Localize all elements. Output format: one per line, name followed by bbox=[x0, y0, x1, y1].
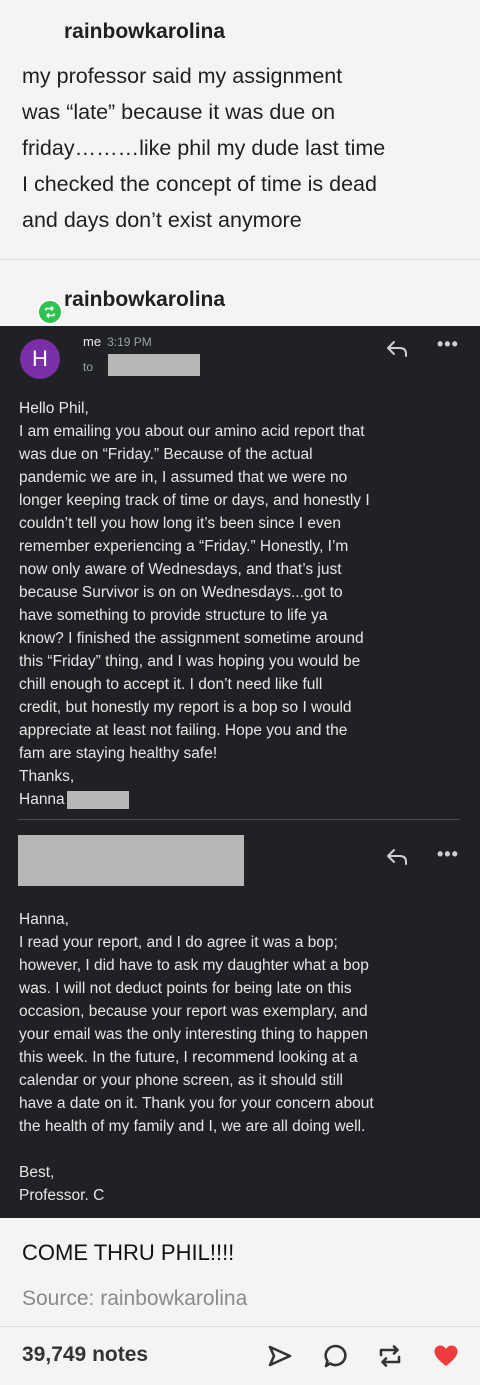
share-icon[interactable] bbox=[266, 1342, 294, 1370]
post-text-line: was “late” because it was due on bbox=[22, 100, 336, 124]
email2-body: Hanna, I read your report, and I do agre… bbox=[19, 908, 459, 1207]
email-line: occasion, because your report was exempl… bbox=[19, 1003, 368, 1020]
post-username[interactable]: rainbowkarolina bbox=[64, 20, 225, 44]
post-text: my professor said my assignment was “lat… bbox=[22, 58, 462, 238]
email-line: Hello Phil, bbox=[19, 400, 89, 417]
sender-name: me bbox=[83, 334, 102, 349]
email-line: was. I will not deduct points for being … bbox=[19, 980, 352, 997]
email-line: I am emailing you about our amino acid r… bbox=[19, 423, 365, 440]
email-signature: Hanna bbox=[19, 788, 459, 811]
email1-body: Hello Phil, I am emailing you about our … bbox=[19, 397, 459, 811]
reblog-badge-icon bbox=[37, 299, 63, 325]
email-screenshot: H me 3:19 PM to ••• Hello Phil, I am emai… bbox=[0, 326, 480, 1218]
email-line: pandemic we are in, I assumed that we we… bbox=[19, 469, 348, 486]
email-time: 3:19 PM bbox=[107, 335, 152, 349]
comment-icon[interactable] bbox=[322, 1342, 350, 1370]
email-separator bbox=[18, 819, 460, 820]
notes-count[interactable]: 39,749 notes bbox=[22, 1343, 148, 1367]
email-line: your email was the only interesting thin… bbox=[19, 1026, 368, 1043]
email-line: chill enough to accept it. I don’t need … bbox=[19, 676, 323, 693]
email-line: appreciate at least not failing. Hope yo… bbox=[19, 722, 348, 739]
email-line: Hanna, bbox=[19, 911, 69, 928]
email-sender: me 3:19 PM bbox=[83, 334, 152, 349]
email-line: remember experiencing a “Friday.” Honest… bbox=[19, 538, 349, 555]
reply-icon bbox=[387, 341, 407, 357]
email-line: have something to provide structure to l… bbox=[19, 607, 328, 624]
email-line: I read your report, and I do agree it wa… bbox=[19, 934, 338, 951]
reply-icon bbox=[387, 849, 407, 865]
source-link[interactable]: Source: rainbowkarolina bbox=[22, 1287, 247, 1311]
email-line: couldn’t tell you how long it’s been sin… bbox=[19, 515, 341, 532]
recipient-label: to bbox=[83, 360, 94, 374]
email-line: was due on “Friday.” Because of the actu… bbox=[19, 446, 313, 463]
avatar: H bbox=[20, 339, 60, 379]
redacted-sender-block bbox=[18, 835, 244, 886]
reblog-icon[interactable] bbox=[376, 1342, 404, 1370]
email-line: Thanks, bbox=[19, 768, 75, 785]
avatar-letter: H bbox=[32, 346, 48, 371]
email-line: fam are staying healthy safe! bbox=[19, 745, 218, 762]
email-line: however, I did have to ask my daughter w… bbox=[19, 957, 369, 974]
email-signoff: Professor. C bbox=[19, 1187, 105, 1204]
email-line: calendar or your phone screen, as it sho… bbox=[19, 1072, 343, 1089]
reblog-comment: COME THRU PHIL!!!! bbox=[22, 1240, 235, 1265]
email-line: credit, but honestly my report is a bop … bbox=[19, 699, 352, 716]
redacted-surname bbox=[66, 790, 129, 809]
email-line: because Survivor is on on Wednesdays...g… bbox=[19, 584, 343, 601]
email-line: now only aware of Wednesdays, and that’s… bbox=[19, 561, 342, 578]
email-line: longer keeping track of time or days, an… bbox=[19, 492, 370, 509]
signature-name: Hanna bbox=[19, 791, 65, 808]
email-line: the health of my family and I, we are al… bbox=[19, 1118, 366, 1135]
email-line: this “Friday” thing, and I was hoping yo… bbox=[19, 653, 361, 670]
redacted-recipient bbox=[108, 354, 200, 376]
post-text-line: and days don’t exist anymore bbox=[22, 208, 302, 232]
footer-divider bbox=[0, 1326, 480, 1327]
post-divider bbox=[0, 259, 480, 260]
post-text-line: friday………like phil my dude last time bbox=[22, 136, 386, 160]
email-line: this week. In the future, I recommend lo… bbox=[19, 1049, 358, 1066]
email-line: know? I finished the assignment sometime… bbox=[19, 630, 364, 647]
more-options-icon: ••• bbox=[437, 334, 459, 354]
email-signoff: Best, bbox=[19, 1164, 55, 1181]
post-text-line: my professor said my assignment bbox=[22, 64, 343, 88]
more-options-icon: ••• bbox=[437, 844, 459, 864]
email-spacer bbox=[19, 1138, 459, 1161]
reblog-username[interactable]: rainbowkarolina bbox=[64, 288, 225, 312]
email-line: have a date on it. Thank you for your co… bbox=[19, 1095, 374, 1112]
heart-icon[interactable] bbox=[432, 1342, 460, 1370]
post-text-line: I checked the concept of time is dead bbox=[22, 172, 377, 196]
